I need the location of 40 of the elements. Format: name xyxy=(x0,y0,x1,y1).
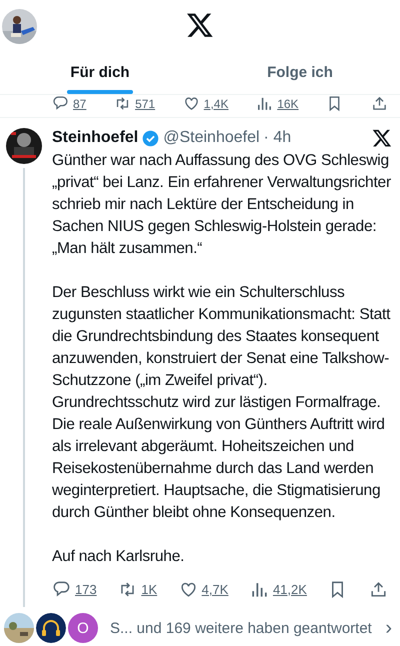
author-name[interactable]: Steinhoefel xyxy=(52,129,138,147)
x-logo-icon xyxy=(372,128,392,148)
post-paragraph: Günther war nach Auffassung des OVG Schleswig „privat“ bei Lanz. Ein erfahrener Verwaltungsrichter schrieb mir nach Lektüre der Entscheidung in Sachen NIUS gegen Schleswig-Holstein gerade: „Man hält zusammen.“ xyxy=(52,151,392,259)
heart-icon xyxy=(178,580,198,599)
repost-action[interactable]: 571 xyxy=(114,95,156,112)
bar-chart-icon xyxy=(256,95,274,112)
count-label: 87 xyxy=(73,96,86,110)
post-paragraph: Der Beschluss wirkt wie ein Schulterschluss zugunsten staatlicher Kommunikationsmacht: Statt die Grundrechtsbindung des Staates konsequent anzuwenden, konstruiert der Senat eine Talkshow-Schutzzone („im Zweifel privat“). Grundrechtsschutz wird zur lästigen Formalfrage. Die reale Außenwirkung von Günthers Auftritt wird als irrelevant abgeräumt. Hoheitszeichen und Reisekostenübernahme durch das Land werden weginterpretiert. Hauptsache, die Stigmatisierung durch Günther bleibt ohne Konsequenzen. xyxy=(52,283,392,523)
post-time: · 4h xyxy=(264,129,292,147)
share-icon xyxy=(370,95,388,112)
share-action[interactable] xyxy=(370,95,388,112)
letter-avatar: O xyxy=(68,613,98,643)
count-label: 173 xyxy=(75,582,97,597)
headphones-icon xyxy=(36,613,66,643)
count-label: 41,2K xyxy=(272,582,307,597)
feed-tab[interactable]: Für dich xyxy=(0,50,200,94)
replies-summary[interactable]: S... und 169 weitere haben geantwortet xyxy=(110,620,372,636)
repost-action[interactable]: 1K xyxy=(118,580,158,599)
count-label: 1K xyxy=(141,582,158,597)
speech-bubble-icon xyxy=(52,95,69,112)
bar-chart-icon xyxy=(250,580,269,599)
heart-icon xyxy=(182,95,200,112)
post-paragraph: Auf nach Karlsruhe. xyxy=(52,547,186,567)
author-handle[interactable]: @Steinhoefel xyxy=(163,129,260,147)
like-action[interactable]: 4,7K xyxy=(178,580,228,599)
share-action[interactable] xyxy=(369,580,388,599)
count-label: 571 xyxy=(135,96,156,110)
speech-bubble-icon xyxy=(52,580,71,599)
feed-tab[interactable]: Folge ich xyxy=(200,50,400,94)
count-label: 1,4K xyxy=(204,96,228,110)
share-icon xyxy=(369,580,388,599)
count-label: 16K xyxy=(277,96,299,110)
x-logo-icon xyxy=(186,11,214,39)
count-label: 4,7K xyxy=(202,582,228,597)
views-action[interactable]: 41,2K xyxy=(250,580,307,599)
views-action[interactable]: 16K xyxy=(256,95,299,112)
reply-action[interactable]: 87 xyxy=(52,95,86,112)
chevron-icon[interactable]: › xyxy=(385,616,392,640)
like-action[interactable]: 1,4K xyxy=(182,95,228,112)
reply-action[interactable]: 173 xyxy=(52,580,97,599)
